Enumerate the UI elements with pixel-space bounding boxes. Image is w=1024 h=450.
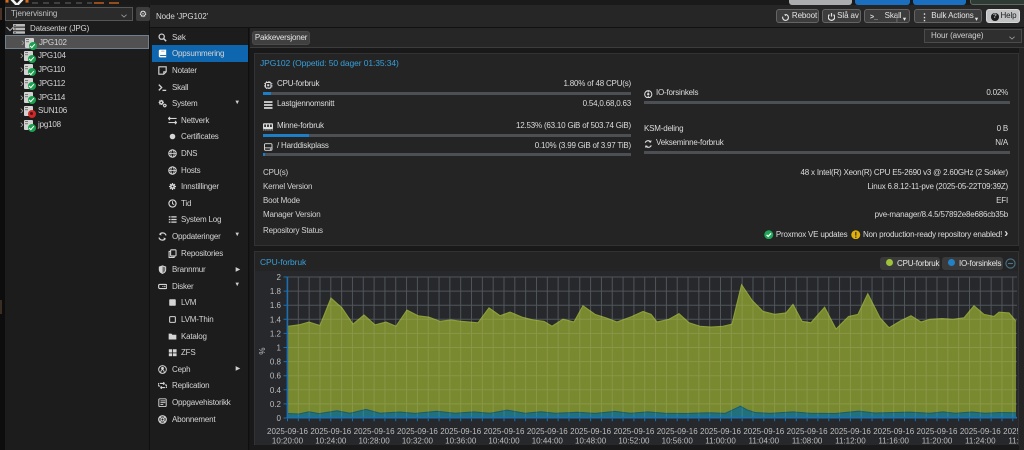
svg-text:0.6: 0.6 — [270, 372, 282, 381]
svg-text:2025-09-16: 2025-09-16 — [743, 427, 784, 436]
svg-text:11:04:00: 11:04:00 — [749, 437, 780, 446]
svg-text:1: 1 — [277, 344, 282, 353]
svg-text:2025-09-16: 2025-09-16 — [830, 427, 871, 436]
svg-text:11:24:00: 11:24:00 — [965, 437, 996, 446]
svg-text:2025-09-16: 2025-09-16 — [440, 427, 481, 436]
svg-text:2025-09-16: 2025-09-16 — [960, 427, 1001, 436]
svg-text:2025-09-16: 2025-09-16 — [1003, 427, 1018, 436]
svg-text:1.4: 1.4 — [270, 315, 282, 324]
svg-text:2: 2 — [277, 273, 282, 282]
svg-text:11:12:00: 11:12:00 — [835, 437, 866, 446]
svg-text:1.8: 1.8 — [270, 287, 282, 296]
svg-text:%: % — [258, 347, 267, 354]
svg-text:10:24:00: 10:24:00 — [315, 437, 347, 446]
svg-text:2025-09-16: 2025-09-16 — [570, 427, 611, 436]
svg-text:2025-09-16: 2025-09-16 — [354, 427, 395, 436]
svg-text:2025-09-16: 2025-09-16 — [397, 427, 438, 436]
svg-text:10:52:00: 10:52:00 — [618, 437, 650, 446]
svg-text:0.8: 0.8 — [270, 358, 282, 367]
svg-text:2025-09-16: 2025-09-16 — [484, 427, 525, 436]
svg-text:0.4: 0.4 — [270, 386, 282, 395]
svg-text:10:48:00: 10:48:00 — [575, 437, 607, 446]
svg-text:2025-09-16: 2025-09-16 — [310, 427, 351, 436]
svg-text:10:56:00: 10:56:00 — [662, 437, 694, 446]
svg-text:2025-09-16: 2025-09-16 — [267, 427, 308, 436]
svg-text:10:20:00: 10:20:00 — [272, 437, 304, 446]
svg-text:10:44:00: 10:44:00 — [532, 437, 564, 446]
svg-text:10:36:00: 10:36:00 — [445, 437, 477, 446]
svg-text:2025-09-16: 2025-09-16 — [700, 427, 741, 436]
svg-text:2025-09-16: 2025-09-16 — [787, 427, 828, 436]
svg-text:11:16:00: 11:16:00 — [878, 437, 909, 446]
svg-text:10:40:00: 10:40:00 — [488, 437, 520, 446]
svg-text:0.2: 0.2 — [270, 400, 282, 409]
svg-text:2025-09-16: 2025-09-16 — [873, 427, 914, 436]
svg-text:1.6: 1.6 — [270, 301, 282, 310]
svg-text:11:00:00: 11:00:00 — [705, 437, 736, 446]
svg-text:2025-09-16: 2025-09-16 — [527, 427, 568, 436]
svg-text:0: 0 — [277, 414, 282, 423]
svg-text:10:28:00: 10:28:00 — [359, 437, 391, 446]
svg-text:11:08:00: 11:08:00 — [792, 437, 823, 446]
svg-text:1.2: 1.2 — [270, 329, 282, 338]
svg-text:10:32:00: 10:32:00 — [402, 437, 434, 446]
svg-text:2025-09-16: 2025-09-16 — [613, 427, 654, 436]
svg-text:11:20:00: 11:20:00 — [922, 437, 953, 446]
svg-text:2025-09-16: 2025-09-16 — [917, 427, 958, 436]
svg-text:2025-09-16: 2025-09-16 — [657, 427, 698, 436]
svg-text:11:28:00: 11:28:00 — [1008, 437, 1018, 446]
